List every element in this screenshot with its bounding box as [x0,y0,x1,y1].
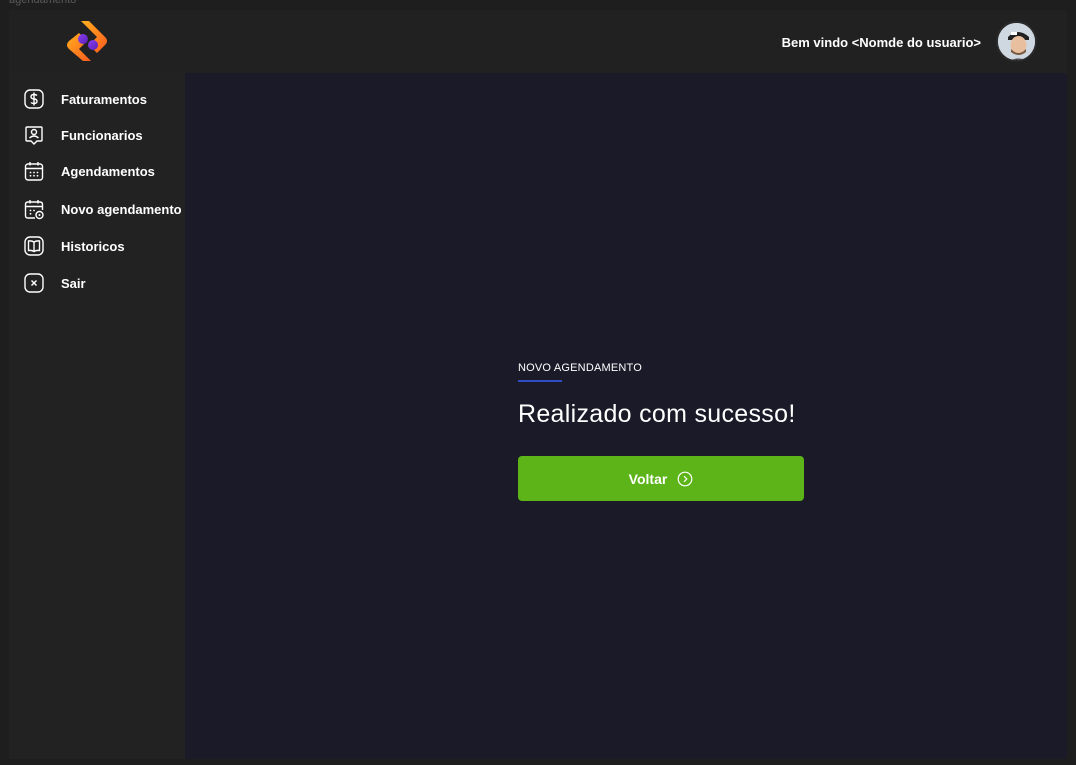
sidebar-item-sair[interactable]: Sair [9,268,185,298]
sidebar-item-label: Novo agendamento [61,202,182,217]
sidebar: Faturamentos Funcionarios Agendamentos N… [9,73,185,759]
main-content: NOVO AGENDAMENTO Realizado com sucesso! … [185,73,1067,759]
dollar-icon [24,89,44,109]
calendar-icon [24,162,44,181]
back-button[interactable]: Voltar [518,456,804,501]
sidebar-item-faturamentos[interactable]: Faturamentos [9,84,185,114]
top-bar: Bem vindo <Nomde do usuario> [9,10,1067,73]
success-message: Realizado com sucesso! [518,400,796,428]
user-avatar[interactable] [996,21,1037,62]
sidebar-item-label: Sair [61,276,86,291]
sidebar-item-label: Funcionarios [61,128,143,143]
frame-label: agendamento [9,0,77,6]
sidebar-item-novo-agendamento[interactable]: Novo agendamento [9,194,185,224]
employee-badge-icon [25,126,43,145]
back-button-label: Voltar [628,470,668,487]
calendar-add-icon [24,200,44,220]
avatar-icon [998,23,1035,60]
close-icon [24,273,44,293]
sidebar-item-historicos[interactable]: Historicos [9,231,185,261]
sidebar-item-label: Historicos [61,239,125,254]
arrow-circle-right-icon [677,471,693,486]
sidebar-item-label: Agendamentos [61,164,155,179]
sidebar-item-label: Faturamentos [61,92,147,107]
welcome-message: Bem vindo <Nomde do usuario> [781,35,981,50]
title-underline [518,380,562,382]
brand-logo-icon [67,21,107,61]
sidebar-item-agendamentos[interactable]: Agendamentos [9,156,185,186]
sidebar-item-funcionarios[interactable]: Funcionarios [9,120,185,150]
section-title: NOVO AGENDAMENTO [518,362,643,374]
book-icon [24,236,44,256]
